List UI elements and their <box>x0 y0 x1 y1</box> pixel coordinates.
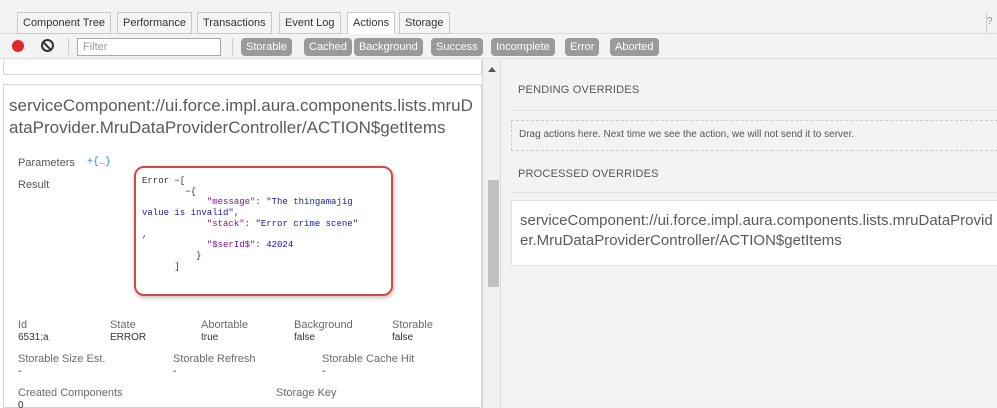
field-label-storable-refresh: Storable Refresh <box>173 353 256 365</box>
clear-icon[interactable] <box>41 39 54 52</box>
field-label-state: State <box>110 319 136 331</box>
filter-chip-cached[interactable]: Cached <box>304 38 352 56</box>
field-value-state: ERROR <box>110 332 147 343</box>
overrides-pane: PENDING OVERRIDES Drag actions here. Nex… <box>500 60 997 408</box>
field-value-storable-cache-hit: - <box>322 366 326 377</box>
toolbar-separator <box>68 38 69 55</box>
tab-event-log[interactable]: Event Log <box>279 12 341 34</box>
tab-component-tree[interactable]: Component Tree <box>17 12 111 34</box>
field-value-id: 6531;a <box>18 332 49 343</box>
field-label-background: Background <box>294 319 353 331</box>
filter-chip-aborted[interactable]: Aborted <box>610 38 659 56</box>
filter-input[interactable] <box>77 38 221 56</box>
parameters-label: Parameters <box>18 157 75 169</box>
previous-card-value: 0 <box>8 60 14 62</box>
field-value-storable-size: - <box>18 366 22 377</box>
tab-storage[interactable]: Storage <box>399 12 450 34</box>
toolbar-separator <box>232 38 233 55</box>
field-value-created-components: 0 <box>18 400 24 408</box>
parameters-expander[interactable]: +{…} <box>87 157 111 168</box>
result-label: Result <box>18 179 50 191</box>
actions-list-pane: 0 serviceComponent://ui.force.impl.aura.… <box>0 60 487 408</box>
previous-action-card: 0 <box>3 60 482 75</box>
record-dot-icon[interactable] <box>12 40 24 52</box>
filter-chip-background[interactable]: Background <box>354 38 423 56</box>
help-icon[interactable]: ? <box>986 12 994 34</box>
pending-overrides-drop-zone[interactable]: Drag actions here. Next time we see the … <box>511 120 997 151</box>
filter-chip-error[interactable]: Error <box>565 38 600 56</box>
field-label-storable-size: Storable Size Est. <box>18 353 106 365</box>
pending-overrides-title: PENDING OVERRIDES <box>518 84 640 96</box>
tab-actions[interactable]: Actions <box>347 12 396 34</box>
actions-toolbar: Storable Cached Background Success Incom… <box>0 34 997 59</box>
scroll-up-arrow-icon[interactable] <box>488 67 496 72</box>
section-divider <box>511 192 997 193</box>
scrollbar-thumb[interactable] <box>488 180 499 287</box>
field-value-storable: false <box>392 332 414 343</box>
field-label-created-components: Created Components <box>18 387 123 399</box>
processed-overrides-title: PROCESSED OVERRIDES <box>518 168 659 180</box>
processed-override-name: serviceComponent://ui.force.impl.aura.co… <box>520 212 993 249</box>
tab-performance[interactable]: Performance <box>117 12 192 34</box>
result-highlight-outline <box>134 166 393 296</box>
field-value-abortable: true <box>201 332 219 343</box>
processed-override-item[interactable]: serviceComponent://ui.force.impl.aura.co… <box>511 200 997 266</box>
field-value-storable-refresh: - <box>173 366 177 377</box>
field-label-storable-cache-hit: Storable Cache Hit <box>322 353 415 365</box>
drop-zone-hint: Drag actions here. Next time we see the … <box>519 129 855 140</box>
filter-chip-success[interactable]: Success <box>431 38 483 56</box>
panel-tab-bar: Component Tree Performance Transactions … <box>0 0 997 34</box>
filter-chip-incomplete[interactable]: Incomplete <box>491 38 555 56</box>
action-card: serviceComponent://ui.force.impl.aura.co… <box>3 84 482 408</box>
field-label-abortable: Abortable <box>201 319 249 331</box>
action-name: serviceComponent://ui.force.impl.aura.co… <box>9 96 473 137</box>
pane-scrollbar[interactable] <box>482 60 500 408</box>
field-label-id: Id <box>18 319 28 331</box>
section-divider <box>511 110 997 111</box>
tab-transactions[interactable]: Transactions <box>197 12 272 34</box>
field-value-background: false <box>294 332 316 343</box>
field-label-storage-key: Storage Key <box>276 387 337 399</box>
filter-chip-storable[interactable]: Storable <box>241 38 292 56</box>
field-label-storable: Storable <box>392 319 433 331</box>
